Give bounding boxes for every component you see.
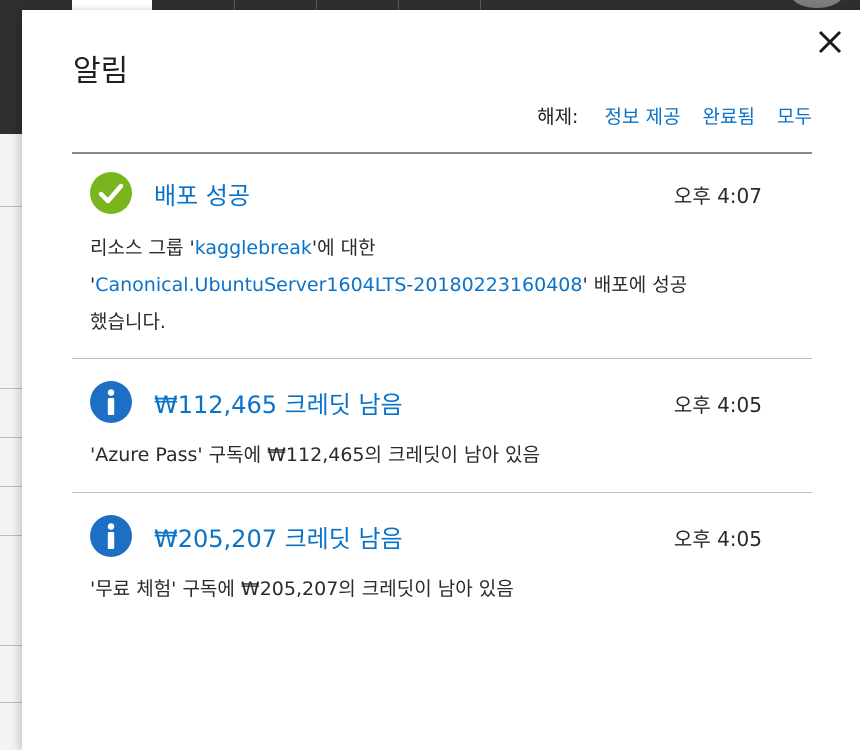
notification-time: 오후 4:05: [673, 527, 762, 551]
resource-group-link[interactable]: kagglebreak: [195, 237, 312, 259]
notification-message: 'Azure Pass' 구독에 ₩112,465의 크레딧이 남아 있음: [90, 444, 540, 466]
notification-title[interactable]: ₩112,465 크레딧 남음: [154, 385, 403, 420]
notification-time: 오후 4:05: [673, 393, 762, 417]
success-check-icon: [90, 172, 132, 214]
portal-top-tab[interactable]: [72, 0, 152, 10]
notification-title[interactable]: 배포 성공: [154, 176, 250, 211]
message-text: '에 대한: [311, 237, 376, 259]
left-nav-divider: [0, 437, 22, 438]
deployment-link[interactable]: Canonical.UbuntuServer1604LTS-2018022316…: [95, 274, 582, 296]
notification-title[interactable]: ₩205,207 크레딧 남음: [154, 519, 403, 554]
portal-left-nav-light: [0, 134, 22, 750]
portal-left-nav-dark: [0, 10, 22, 134]
message-text: ' 배포에 성공: [582, 274, 688, 296]
info-icon: [90, 515, 132, 557]
left-nav-divider: [0, 702, 22, 703]
top-bar-separator: [316, 0, 317, 10]
left-nav-divider: [0, 486, 22, 487]
portal-top-bar: [0, 0, 860, 10]
dismiss-options: 해제: 정보 제공 완료됨 모두: [537, 102, 812, 129]
dismiss-completed-link[interactable]: 완료됨: [703, 106, 755, 128]
left-nav-divider: [0, 388, 22, 389]
top-bar-separator: [398, 0, 399, 10]
info-icon: [90, 381, 132, 423]
close-icon: [818, 30, 842, 54]
dismiss-all-link[interactable]: 모두: [777, 106, 812, 128]
avatar[interactable]: [790, 0, 844, 8]
dismiss-label: 해제:: [537, 106, 579, 128]
left-nav-divider: [0, 535, 22, 536]
panel-title: 알림: [73, 54, 129, 89]
top-bar-separator: [480, 0, 481, 10]
notification-message: '무료 체험' 구독에 ₩205,207의 크레딧이 남아 있음: [90, 578, 514, 600]
notifications-panel: 알림 해제: 정보 제공 완료됨 모두 배포 성공 오후 4:07 리소스 그룹…: [22, 10, 860, 750]
close-button[interactable]: [812, 24, 848, 60]
left-nav-divider: [0, 645, 22, 646]
message-text: 리소스 그룹 ': [90, 237, 195, 259]
left-nav-divider: [0, 206, 22, 207]
notification-item-deployment[interactable]: 배포 성공 오후 4:07 리소스 그룹 'kagglebreak'에 대한 '…: [72, 154, 812, 358]
notification-message: 리소스 그룹 'kagglebreak'에 대한 'Canonical.Ubun…: [90, 230, 780, 341]
message-text: 했습니다.: [90, 311, 166, 333]
notification-item-credit-2[interactable]: ₩205,207 크레딧 남음 오후 4:05 '무료 체험' 구독에 ₩205…: [72, 493, 812, 626]
dismiss-informational-link[interactable]: 정보 제공: [605, 106, 681, 128]
notification-time: 오후 4:07: [673, 184, 762, 208]
top-bar-separator: [234, 0, 235, 10]
notification-item-credit-1[interactable]: ₩112,465 크레딧 남음 오후 4:05 'Azure Pass' 구독에…: [72, 359, 812, 492]
